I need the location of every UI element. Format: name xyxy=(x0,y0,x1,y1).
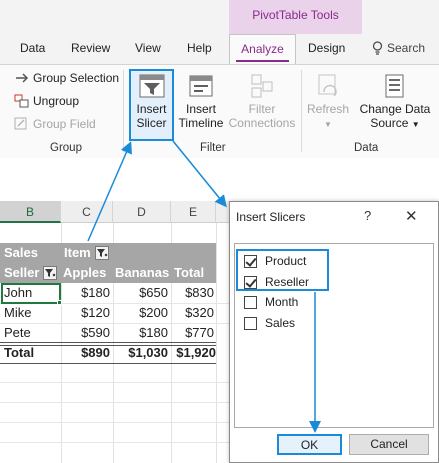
ok-button[interactable]: OK xyxy=(277,434,342,455)
insert-slicer-label-2: Slicer xyxy=(136,116,167,130)
insert-slicer-button[interactable]: Insert Slicer xyxy=(131,72,172,130)
pivot-col-header-bananas[interactable]: Bananas xyxy=(115,263,169,283)
column-header-c[interactable]: C xyxy=(61,201,113,223)
column-header-b[interactable]: B xyxy=(0,201,61,223)
pivot-column-field-label[interactable]: Item xyxy=(64,243,91,263)
ungroup-icon xyxy=(14,94,29,108)
checkbox-unchecked-icon[interactable] xyxy=(244,295,257,309)
change-source-icon xyxy=(385,74,404,98)
refresh-dropdown-icon: ▼ xyxy=(324,120,332,129)
item-filter-button[interactable] xyxy=(95,246,109,260)
group-group-label: Group xyxy=(50,142,82,154)
tab-view[interactable]: View xyxy=(135,41,161,55)
insert-timeline-button[interactable]: Insert Timeline xyxy=(177,72,225,130)
total-bottom-border xyxy=(0,363,216,364)
pivot-cell[interactable]: $120 xyxy=(61,303,110,323)
active-cell-selection xyxy=(1,283,61,304)
ungroup-label: Ungroup xyxy=(33,94,80,108)
checked-fields-highlight xyxy=(236,249,329,291)
insert-timeline-label-2: Timeline xyxy=(178,116,224,130)
tab-review[interactable]: Review xyxy=(71,41,110,55)
pivot-col-header-total[interactable]: Total xyxy=(174,263,204,283)
change-data-source-button[interactable]: Change Data Source ▼ xyxy=(352,72,438,132)
arrow-filter-to-slicer xyxy=(87,141,132,242)
lightbulb-icon xyxy=(372,41,383,55)
change-source-label-2: Source xyxy=(370,116,409,130)
filter-icon xyxy=(97,249,108,257)
seller-filter-button[interactable] xyxy=(43,266,57,280)
arrow-right-icon xyxy=(16,73,29,83)
pivot-row-label[interactable]: Pete xyxy=(4,323,31,343)
refresh-label: Refresh xyxy=(306,102,350,116)
slicer-icon xyxy=(139,74,164,98)
filter-connections-label-1: Filter xyxy=(248,102,276,116)
pivot-col-header-apples[interactable]: Apples xyxy=(63,263,106,283)
checkbox-unchecked-icon[interactable] xyxy=(244,316,257,330)
refresh-icon xyxy=(318,74,337,97)
pivot-grand-total-cell[interactable]: $1,920 xyxy=(171,343,216,363)
column-header-e[interactable]: E xyxy=(171,201,216,223)
tab-help[interactable]: Help xyxy=(187,41,212,55)
ungroup-button[interactable]: Ungroup xyxy=(14,94,79,108)
filter-separator xyxy=(301,70,302,152)
pivot-cell[interactable]: $180 xyxy=(113,323,168,343)
pivot-cell[interactable]: $650 xyxy=(113,283,168,303)
insert-timeline-label-1: Insert xyxy=(185,102,216,116)
pivot-cell[interactable]: $590 xyxy=(61,323,110,343)
search-box[interactable]: Search xyxy=(372,41,425,55)
filter-connections-button[interactable]: Filter Connections xyxy=(227,72,297,130)
field-month[interactable]: Month xyxy=(244,295,298,309)
filter-icon xyxy=(45,269,56,277)
group-selection-label: Group Selection xyxy=(33,71,120,85)
close-icon[interactable]: ✕ xyxy=(405,207,418,225)
timeline-icon xyxy=(189,75,213,97)
group-field-icon xyxy=(14,117,27,130)
fill-handle[interactable] xyxy=(57,300,62,305)
field-label: Month xyxy=(265,295,299,309)
filter-connections-icon xyxy=(251,74,273,98)
refresh-button[interactable]: Refresh ▼ xyxy=(305,72,351,132)
pivot-grand-total-cell[interactable]: $890 xyxy=(61,343,110,363)
pivot-cell[interactable]: $770 xyxy=(171,323,214,343)
tab-design[interactable]: Design xyxy=(308,41,345,55)
pivot-grand-total-label[interactable]: Total xyxy=(4,343,34,363)
pivot-values-label[interactable]: Sales xyxy=(4,243,38,263)
pivot-cell[interactable]: $180 xyxy=(61,283,110,303)
tab-data[interactable]: Data xyxy=(20,41,45,55)
column-header-d[interactable]: D xyxy=(113,201,171,223)
gridline xyxy=(216,223,217,463)
field-sales[interactable]: Sales xyxy=(244,316,295,330)
pivot-row-label[interactable]: Mike xyxy=(4,303,31,323)
dialog-title: Insert Slicers xyxy=(236,210,306,224)
group-field-button[interactable]: Group Field xyxy=(14,117,96,131)
pivot-cell[interactable]: $830 xyxy=(171,283,214,303)
help-button[interactable]: ? xyxy=(364,208,371,223)
context-tab-title: PivotTable Tools xyxy=(252,8,339,22)
group-field-label: Group Field xyxy=(33,117,96,131)
pivot-cell[interactable]: $200 xyxy=(113,303,168,323)
field-label: Sales xyxy=(265,316,296,330)
change-source-label-1: Change Data xyxy=(359,102,431,116)
group-separator xyxy=(123,70,124,152)
filter-group-label: Filter xyxy=(200,142,226,154)
insert-slicer-label-1: Insert xyxy=(136,102,167,116)
pivot-grand-total-cell[interactable]: $1,030 xyxy=(113,343,168,363)
filter-connections-label-2: Connections xyxy=(228,116,296,130)
pivot-cell[interactable]: $320 xyxy=(171,303,214,323)
cancel-button[interactable]: Cancel xyxy=(349,434,429,455)
pivot-row-field-label[interactable]: Seller xyxy=(4,263,39,283)
group-selection-button[interactable]: Group Selection xyxy=(14,71,119,85)
change-source-dropdown-icon: ▼ xyxy=(411,120,420,129)
data-group-label: Data xyxy=(354,142,379,154)
search-label: Search xyxy=(387,41,426,55)
active-tab-indicator xyxy=(236,60,289,62)
